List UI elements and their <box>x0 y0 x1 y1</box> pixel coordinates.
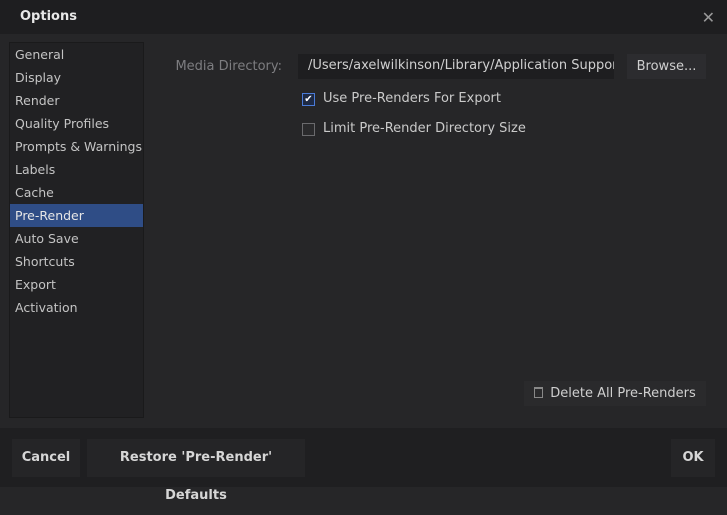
media-directory-label: Media Directory: <box>175 59 282 74</box>
sidebar-item-general[interactable]: General <box>10 43 143 66</box>
use-prerenders-checkbox[interactable]: ✔ <box>302 93 315 106</box>
trash-icon <box>534 387 544 398</box>
use-prerenders-label: Use Pre-Renders For Export <box>323 91 501 106</box>
title-bar: Options ✕ <box>0 0 727 34</box>
limit-size-label: Limit Pre-Render Directory Size <box>323 121 526 136</box>
limit-size-checkbox[interactable] <box>302 123 315 136</box>
sidebar-item-display[interactable]: Display <box>10 66 143 89</box>
ok-button[interactable]: OK <box>671 439 715 477</box>
restore-defaults-button[interactable]: Restore 'Pre-Render' Defaults <box>87 439 305 503</box>
sidebar-item-auto-save[interactable]: Auto Save <box>10 227 143 250</box>
cancel-button[interactable]: Cancel <box>12 439 80 477</box>
checkmark-icon: ✔ <box>304 94 313 105</box>
sidebar-item-cache[interactable]: Cache <box>10 181 143 204</box>
sidebar-item-labels[interactable]: Labels <box>10 158 143 181</box>
media-directory-input[interactable]: /Users/axelwilkinson/Library/Application… <box>298 54 614 79</box>
sidebar-item-export[interactable]: Export <box>10 273 143 296</box>
sidebar: General Display Render Quality Profiles … <box>9 42 144 418</box>
browse-button[interactable]: Browse... <box>627 54 706 79</box>
sidebar-item-quality-profiles[interactable]: Quality Profiles <box>10 112 143 135</box>
close-icon[interactable]: ✕ <box>702 8 715 27</box>
delete-all-prerenders-button[interactable]: Delete All Pre-Renders <box>524 381 706 406</box>
sidebar-item-pre-render[interactable]: Pre-Render <box>10 204 143 227</box>
delete-all-label: Delete All Pre-Renders <box>550 386 696 401</box>
sidebar-item-prompts-warnings[interactable]: Prompts & Warnings <box>10 135 143 158</box>
sidebar-item-render[interactable]: Render <box>10 89 143 112</box>
window-title: Options <box>20 9 77 24</box>
sidebar-item-activation[interactable]: Activation <box>10 296 143 319</box>
footer: Cancel Restore 'Pre-Render' Defaults OK <box>0 428 727 503</box>
sidebar-item-shortcuts[interactable]: Shortcuts <box>10 250 143 273</box>
